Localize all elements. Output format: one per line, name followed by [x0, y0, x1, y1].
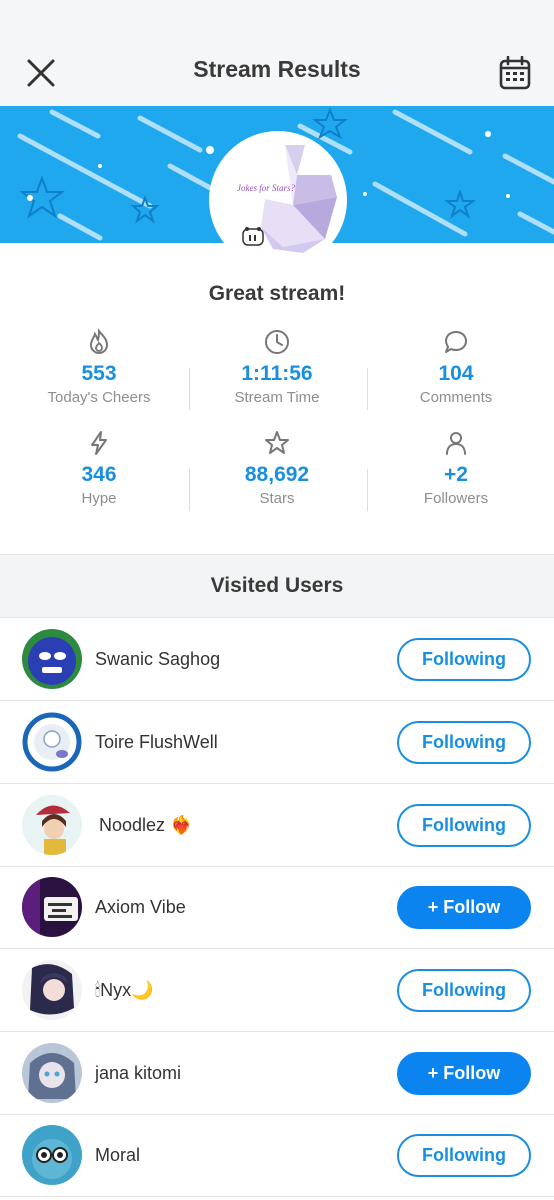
stat-label: Stream Time	[234, 389, 320, 406]
follow-button[interactable]: + Follow	[397, 1052, 531, 1095]
stat-value: 1:11:56	[241, 362, 313, 385]
stat-stars: 88,692 Stars	[185, 429, 369, 507]
lightning-icon	[91, 431, 107, 455]
flame-icon	[89, 328, 109, 354]
avatar[interactable]	[22, 712, 82, 772]
stat-hype: 346 Hype	[7, 429, 191, 507]
user-row[interactable]: Toire FlushWell Following	[0, 701, 554, 784]
avatar[interactable]	[22, 1043, 82, 1103]
following-button[interactable]: Following	[397, 1134, 531, 1177]
stat-value: 346	[81, 463, 117, 486]
following-button[interactable]: Following	[397, 721, 531, 764]
stat-value: 104	[438, 362, 474, 385]
avatar[interactable]	[22, 877, 82, 937]
user-name[interactable]: Noodlez ❤️‍🔥	[99, 784, 192, 866]
follow-button[interactable]: + Follow	[397, 886, 531, 929]
top-bar: Stream Results	[0, 0, 554, 106]
origami-swan-image: Jokes for Stars?	[213, 135, 343, 265]
visited-users-header: Visited Users	[0, 554, 554, 618]
avatar[interactable]	[22, 629, 82, 689]
following-button[interactable]: Following	[397, 969, 531, 1012]
stat-label: Today's Cheers	[47, 389, 151, 406]
following-button[interactable]: Following	[397, 638, 531, 681]
stat-cheers: 553 Today's Cheers	[7, 328, 191, 406]
user-name[interactable]: Swanic Saghog	[95, 618, 220, 700]
user-row[interactable]: Moral Following	[0, 1114, 554, 1197]
comment-icon	[445, 331, 467, 353]
user-name[interactable]: Moral	[95, 1114, 140, 1196]
stat-stream-time: 1:11:56 Stream Time	[185, 328, 369, 406]
stat-label: Followers	[423, 490, 489, 507]
user-row[interactable]: 🕯Nyx🌙 Following	[0, 949, 554, 1032]
stat-label: Stars	[259, 490, 295, 507]
user-row[interactable]: Swanic Saghog Following	[0, 618, 554, 701]
calendar-button[interactable]	[494, 52, 536, 94]
user-name[interactable]: 🕯Nyx🌙	[95, 949, 154, 1031]
avatar[interactable]	[22, 795, 82, 855]
stat-value: +2	[444, 463, 468, 486]
user-name[interactable]: Axiom Vibe	[95, 866, 186, 948]
person-icon	[446, 432, 466, 455]
calendar-icon	[499, 56, 531, 90]
user-row[interactable]: Axiom Vibe + Follow	[0, 866, 554, 949]
star-icon	[265, 431, 289, 454]
user-name[interactable]: jana kitomi	[95, 1032, 181, 1114]
avatar[interactable]	[22, 960, 82, 1020]
stat-label: Comments	[419, 389, 493, 406]
user-name[interactable]: Toire FlushWell	[95, 701, 218, 783]
following-button[interactable]: Following	[397, 804, 531, 847]
stat-value: 553	[81, 362, 117, 385]
clock-icon	[265, 330, 289, 354]
stat-followers: +2 Followers	[364, 429, 548, 507]
avatar[interactable]	[22, 1125, 82, 1185]
avatar-caption: Jokes for Stars?	[237, 183, 295, 193]
page-title: Stream Results	[193, 56, 361, 82]
stream-summary-heading: Great stream!	[208, 282, 346, 305]
streamer-avatar: Jokes for Stars?	[209, 131, 347, 269]
user-row[interactable]: jana kitomi + Follow	[0, 1032, 554, 1115]
user-row[interactable]: Noodlez ❤️‍🔥 Following	[0, 784, 554, 867]
stat-comments: 104 Comments	[364, 328, 548, 406]
stat-value: 88,692	[244, 463, 310, 486]
stat-label: Hype	[81, 490, 117, 507]
section-title: Visited Users	[210, 574, 344, 597]
